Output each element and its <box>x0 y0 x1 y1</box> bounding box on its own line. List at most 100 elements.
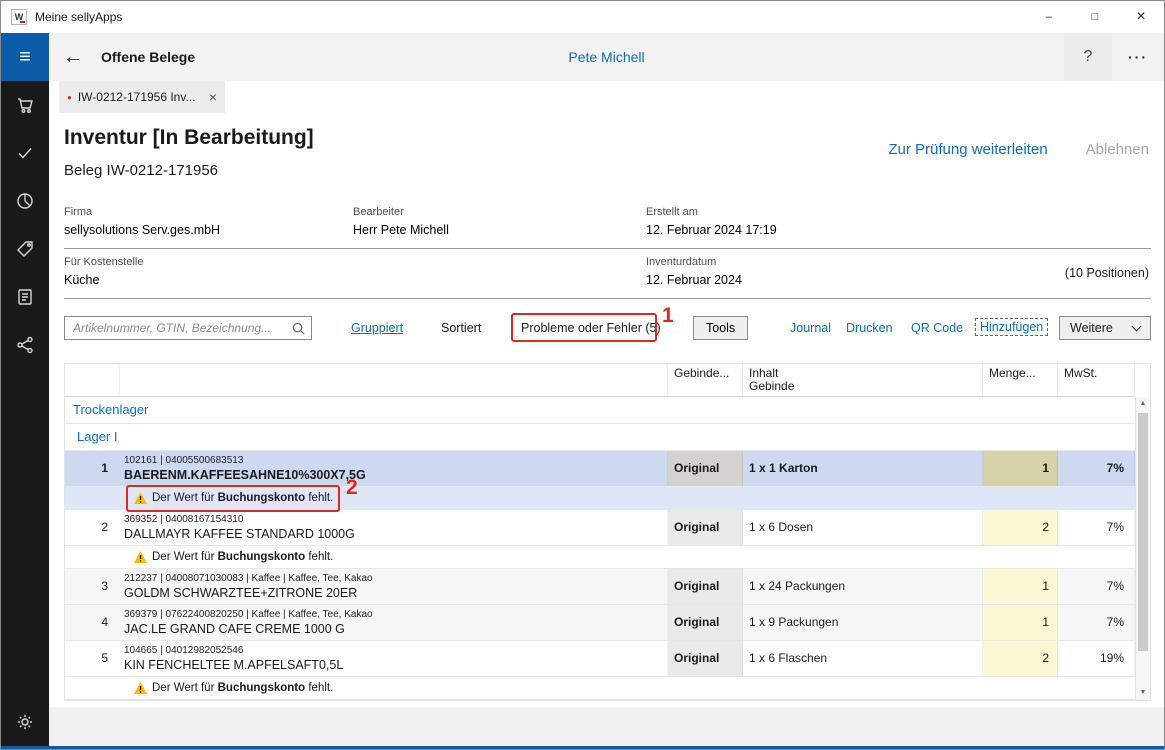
share-icon <box>15 335 35 355</box>
sortiert-toggle[interactable]: Sortiert <box>441 321 481 335</box>
article-cell: 212237 | 04008071030083 | Kaffee | Kaffe… <box>120 569 668 604</box>
hinzufuegen-link[interactable]: Hinzufügen <box>976 319 1047 335</box>
footer-strip <box>49 707 1164 748</box>
table-row[interactable]: 3 212237 | 04008071030083 | Kaffee | Kaf… <box>65 569 1135 605</box>
article-cell: 102161 | 04005500683513 BAERENM.KAFFEESA… <box>120 451 668 486</box>
warning-text: Der Wert für Buchungskonto fehlt. <box>152 551 333 563</box>
hamburger-menu-button[interactable]: ≡ <box>1 33 49 81</box>
field-bearbeiter: Bearbeiter Herr Pete Michell <box>353 199 646 249</box>
col-inhalt-line2: Gebinde <box>749 380 976 393</box>
table-row[interactable]: 4 369379 | 07622400820250 | Kaffee | Kaf… <box>65 605 1135 641</box>
minimize-button[interactable]: – <box>1026 1 1072 33</box>
inhalt-cell: 1 x 6 Dosen <box>743 510 983 545</box>
sidebar-item-cart[interactable] <box>1 81 49 129</box>
menge-cell[interactable]: 1 <box>983 451 1058 486</box>
col-menge[interactable]: Menge... <box>983 364 1058 396</box>
user-name[interactable]: Pete Michell <box>568 49 644 65</box>
warning-row: Der Wert für Buchungskonto fehlt. <box>65 546 1135 569</box>
menge-cell[interactable]: 1 <box>983 569 1058 604</box>
field-empty <box>353 249 646 299</box>
help-button[interactable]: ? <box>1064 33 1112 81</box>
field-label: Firma <box>64 206 343 218</box>
back-button[interactable]: ← <box>49 33 97 81</box>
field-value: Küche <box>64 273 343 287</box>
field-label: Für Kostenstelle <box>64 256 343 268</box>
article-meta: 369352 | 04008167154310 <box>124 513 667 526</box>
gebinde-cell: Original <box>668 605 743 640</box>
page-subtitle: Beleg IW-0212-171956 <box>64 162 218 179</box>
sidebar-item-share[interactable] <box>1 321 49 369</box>
inhalt-cell: 1 x 6 Flaschen <box>743 641 983 676</box>
sidebar-item-tasks[interactable] <box>1 129 49 177</box>
table-row[interactable]: 1 102161 | 04005500683513 BAERENM.KAFFEE… <box>65 451 1135 487</box>
row-number: 1 <box>65 451 120 486</box>
article-meta: 102161 | 04005500683513 <box>124 454 667 467</box>
group-row-trockenlager[interactable]: Trockenlager <box>65 397 1135 424</box>
inhalt-cell: 1 x 24 Packungen <box>743 569 983 604</box>
positions-table: Gebinde... Inhalt Gebinde Menge... MwSt.… <box>64 363 1151 701</box>
annotation-number-2: 2 <box>346 476 358 500</box>
back-arrow-icon: ← <box>63 46 83 69</box>
menge-cell[interactable]: 1 <box>983 605 1058 640</box>
hamburger-icon: ≡ <box>19 46 31 69</box>
sidebar-item-documents[interactable] <box>1 273 49 321</box>
menge-cell[interactable]: 2 <box>983 641 1058 676</box>
article-name: JAC.LE GRAND CAFE CREME 1000 G <box>124 621 667 638</box>
group-label: Lager I <box>77 429 117 444</box>
search-input[interactable] <box>65 317 311 339</box>
tab-bar: ● IW-0212-171956 Inv... × <box>49 81 1164 113</box>
mwst-cell: 7% <box>1058 605 1135 640</box>
scroll-up-icon[interactable]: ▲ <box>1136 397 1150 411</box>
check-icon <box>15 143 35 163</box>
vertical-scrollbar[interactable]: ▲ ▼ <box>1135 397 1150 700</box>
warning-icon <box>134 682 147 694</box>
weitere-label: Weitere <box>1070 321 1113 335</box>
row-number: 5 <box>65 641 120 676</box>
col-gebinde[interactable]: Gebinde... <box>668 364 743 396</box>
menge-cell[interactable]: 2 <box>983 510 1058 545</box>
tab-close-icon[interactable]: × <box>203 89 217 105</box>
zur-pruefung-weiterleiten-button[interactable]: Zur Prüfung weiterleiten <box>888 141 1047 158</box>
sidebar-item-settings[interactable] <box>1 698 49 746</box>
group-row-lager-1[interactable]: Lager I <box>65 424 1135 451</box>
maximize-button[interactable]: □ <box>1072 1 1118 33</box>
ablehnen-button[interactable]: Ablehnen <box>1086 141 1149 158</box>
mwst-cell: 7% <box>1058 510 1135 545</box>
row-number: 2 <box>65 510 120 545</box>
chevron-down-icon <box>1132 321 1142 331</box>
scrollbar-thumb[interactable] <box>1138 413 1148 651</box>
close-button[interactable]: × <box>1118 1 1164 33</box>
table-row[interactable]: 2 369352 | 04008167154310 DALLMAYR KAFFE… <box>65 510 1135 546</box>
cart-icon <box>15 95 35 115</box>
col-mwst[interactable]: MwSt. <box>1058 364 1135 396</box>
field-erstellt-am: Erstellt am 12. Februar 2024 17:19 <box>646 199 1151 249</box>
positions-count: (10 Positionen) <box>1065 266 1149 280</box>
tab-document[interactable]: ● IW-0212-171956 Inv... × <box>59 81 225 113</box>
scroll-down-icon[interactable]: ▼ <box>1136 686 1150 700</box>
journal-link[interactable]: Journal <box>790 321 831 335</box>
tools-button[interactable]: Tools <box>693 316 748 340</box>
search-icon[interactable] <box>291 321 306 336</box>
inhalt-cell: 1 x 1 Karton <box>743 451 983 486</box>
header-actions: Zur Prüfung weiterleiten Ablehnen <box>888 141 1149 158</box>
warning-icon <box>134 551 147 563</box>
warning-spacer <box>65 546 120 568</box>
sidebar-item-reports[interactable] <box>1 177 49 225</box>
drucken-link[interactable]: Drucken <box>846 321 893 335</box>
gruppiert-link[interactable]: Gruppiert <box>351 321 403 335</box>
col-inhalt-gebinde[interactable]: Inhalt Gebinde <box>743 364 983 396</box>
annotation-box-2 <box>126 485 340 512</box>
app-icon: W <box>11 9 27 25</box>
article-cell: 369379 | 07622400820250 | Kaffee | Kaffe… <box>120 605 668 640</box>
mwst-cell: 7% <box>1058 451 1135 486</box>
table-row[interactable]: 5 104665 | 04012982052546 KIN FENCHELTEE… <box>65 641 1135 677</box>
table-header: Gebinde... Inhalt Gebinde Menge... MwSt. <box>65 364 1135 397</box>
document-fields: Firma sellysolutions Serv.ges.mbH Bearbe… <box>64 199 1151 299</box>
article-meta: 369379 | 07622400820250 | Kaffee | Kaffe… <box>124 608 667 621</box>
weitere-dropdown[interactable]: Weitere <box>1059 316 1151 340</box>
more-button[interactable]: ··· <box>1112 33 1164 81</box>
sidebar-item-articles[interactable] <box>1 225 49 273</box>
row-number: 3 <box>65 569 120 604</box>
field-label: Bearbeiter <box>353 206 636 218</box>
qr-code-link[interactable]: QR Code <box>911 321 963 335</box>
